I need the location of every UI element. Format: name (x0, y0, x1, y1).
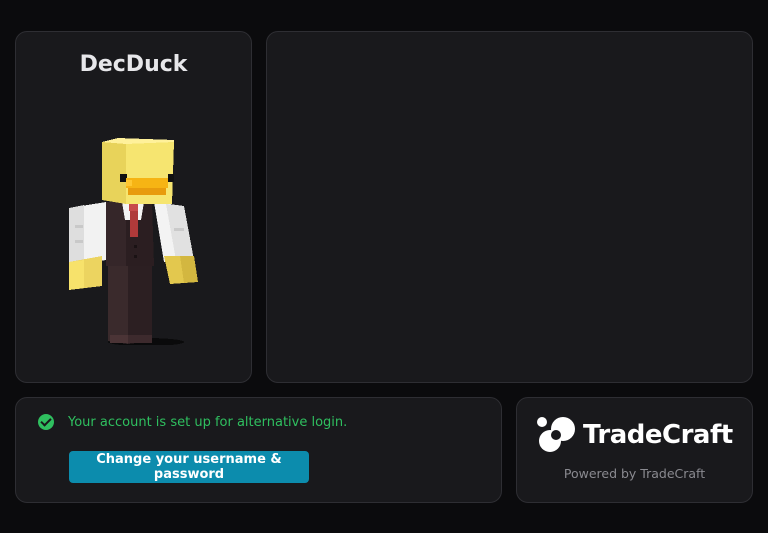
account-status-text: Your account is set up for alternative l… (68, 414, 348, 430)
username-heading: DecDuck (79, 52, 188, 77)
brand-card: TradeCraft Powered by TradeCraft (516, 397, 753, 503)
brand-name: TradeCraft (583, 420, 733, 450)
content-panel (266, 31, 753, 383)
account-status: Your account is set up for alternative l… (38, 414, 347, 430)
player-skin-avatar (69, 138, 198, 345)
check-circle-icon (38, 414, 54, 430)
change-username-password-button[interactable]: Change your username & password (69, 451, 309, 483)
powered-by-text: Powered by TradeCraft (563, 466, 706, 481)
tradecraft-logo-icon (537, 417, 575, 452)
profile-card: DecDuck (15, 31, 252, 383)
brand: TradeCraft (536, 415, 733, 455)
account-status-card: Your account is set up for alternative l… (15, 397, 502, 503)
